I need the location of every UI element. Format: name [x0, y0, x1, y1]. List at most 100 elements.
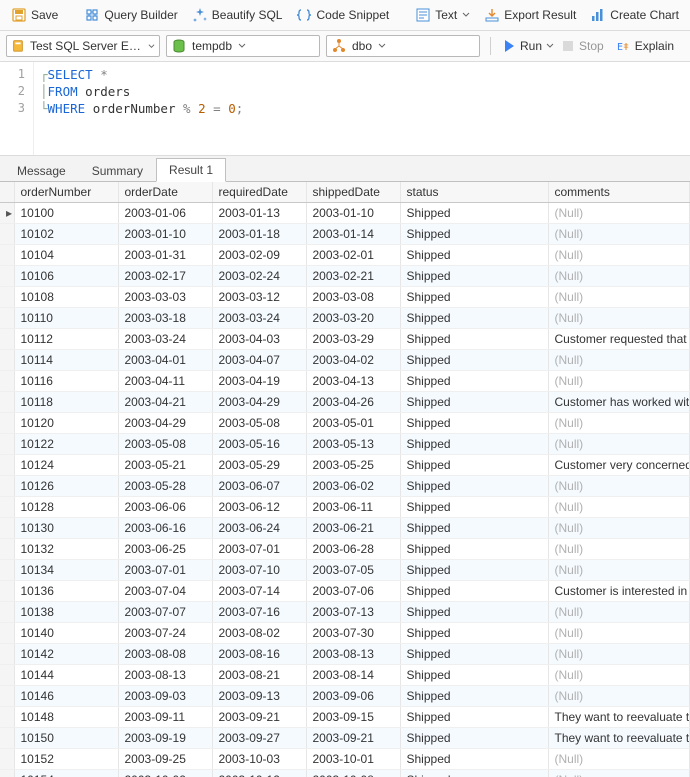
cell-shippeddate[interactable]: 2003-05-01	[306, 413, 400, 434]
cell-comments[interactable]: (Null)	[548, 203, 690, 224]
table-row[interactable]: 101482003-09-112003-09-212003-09-15Shipp…	[0, 707, 690, 728]
schema-combo[interactable]: dbo	[326, 35, 480, 57]
cell-status[interactable]: Shipped	[400, 686, 548, 707]
cell-ordernumber[interactable]: 10122	[14, 434, 118, 455]
cell-orderdate[interactable]: 2003-03-18	[118, 308, 212, 329]
sql-editor[interactable]: 1 2 3 ┌SELECT * │FROM orders └WHERE orde…	[0, 62, 690, 156]
cell-requireddate[interactable]: 2003-06-12	[212, 497, 306, 518]
cell-status[interactable]: Shipped	[400, 728, 548, 749]
cell-orderdate[interactable]: 2003-05-28	[118, 476, 212, 497]
cell-status[interactable]: Shipped	[400, 245, 548, 266]
cell-shippeddate[interactable]: 2003-08-13	[306, 644, 400, 665]
cell-orderdate[interactable]: 2003-03-24	[118, 329, 212, 350]
server-combo[interactable]: Test SQL Server Expres	[6, 35, 160, 57]
cell-status[interactable]: Shipped	[400, 287, 548, 308]
cell-orderdate[interactable]: 2003-06-25	[118, 539, 212, 560]
cell-shippeddate[interactable]: 2003-05-25	[306, 455, 400, 476]
cell-orderdate[interactable]: 2003-01-10	[118, 224, 212, 245]
cell-shippeddate[interactable]: 2003-07-05	[306, 560, 400, 581]
table-row[interactable]: 101542003-10-022003-10-122003-10-08Shipp…	[0, 770, 690, 777]
table-row[interactable]: 101362003-07-042003-07-142003-07-06Shipp…	[0, 581, 690, 602]
save-button[interactable]: Save	[6, 4, 63, 26]
cell-orderdate[interactable]: 2003-08-13	[118, 665, 212, 686]
table-row[interactable]: 101282003-06-062003-06-122003-06-11Shipp…	[0, 497, 690, 518]
table-row[interactable]: 101182003-04-212003-04-292003-04-26Shipp…	[0, 392, 690, 413]
cell-requireddate[interactable]: 2003-10-03	[212, 749, 306, 770]
cell-requireddate[interactable]: 2003-05-16	[212, 434, 306, 455]
cell-shippeddate[interactable]: 2003-07-30	[306, 623, 400, 644]
cell-shippeddate[interactable]: 2003-02-21	[306, 266, 400, 287]
cell-ordernumber[interactable]: 10100	[14, 203, 118, 224]
cell-requireddate[interactable]: 2003-09-13	[212, 686, 306, 707]
cell-orderdate[interactable]: 2003-03-03	[118, 287, 212, 308]
cell-orderdate[interactable]: 2003-02-17	[118, 266, 212, 287]
cell-status[interactable]: Shipped	[400, 476, 548, 497]
cell-requireddate[interactable]: 2003-06-24	[212, 518, 306, 539]
table-row[interactable]: 101222003-05-082003-05-162003-05-13Shipp…	[0, 434, 690, 455]
cell-shippeddate[interactable]: 2003-09-15	[306, 707, 400, 728]
cell-status[interactable]: Shipped	[400, 392, 548, 413]
cell-ordernumber[interactable]: 10150	[14, 728, 118, 749]
cell-comments[interactable]: (Null)	[548, 350, 690, 371]
cell-shippeddate[interactable]: 2003-03-08	[306, 287, 400, 308]
cell-comments[interactable]: They want to reevaluate th	[548, 707, 690, 728]
create-chart-button[interactable]: Create Chart	[585, 4, 684, 26]
cell-status[interactable]: Shipped	[400, 455, 548, 476]
cell-shippeddate[interactable]: 2003-01-14	[306, 224, 400, 245]
cell-comments[interactable]: (Null)	[548, 413, 690, 434]
cell-shippeddate[interactable]: 2003-06-21	[306, 518, 400, 539]
cell-ordernumber[interactable]: 10144	[14, 665, 118, 686]
cell-ordernumber[interactable]: 10140	[14, 623, 118, 644]
cell-ordernumber[interactable]: 10154	[14, 770, 118, 777]
cell-requireddate[interactable]: 2003-04-19	[212, 371, 306, 392]
explain-button[interactable]: Eǂ Explain	[610, 35, 679, 57]
cell-comments[interactable]: (Null)	[548, 686, 690, 707]
cell-shippeddate[interactable]: 2003-04-02	[306, 350, 400, 371]
cell-comments[interactable]: (Null)	[548, 266, 690, 287]
cell-status[interactable]: Shipped	[400, 224, 548, 245]
cell-ordernumber[interactable]: 10142	[14, 644, 118, 665]
cell-orderdate[interactable]: 2003-06-16	[118, 518, 212, 539]
cell-ordernumber[interactable]: 10114	[14, 350, 118, 371]
cell-comments[interactable]: (Null)	[548, 434, 690, 455]
col-status[interactable]: status	[400, 182, 548, 203]
cell-orderdate[interactable]: 2003-04-11	[118, 371, 212, 392]
cell-shippeddate[interactable]: 2003-04-13	[306, 371, 400, 392]
cell-requireddate[interactable]: 2003-01-13	[212, 203, 306, 224]
database-combo[interactable]: tempdb	[166, 35, 320, 57]
cell-requireddate[interactable]: 2003-04-29	[212, 392, 306, 413]
col-requireddate[interactable]: requiredDate	[212, 182, 306, 203]
cell-comments[interactable]: (Null)	[548, 770, 690, 777]
cell-status[interactable]: Shipped	[400, 623, 548, 644]
tab-summary[interactable]: Summary	[79, 159, 156, 182]
table-row[interactable]: 101122003-03-242003-04-032003-03-29Shipp…	[0, 329, 690, 350]
cell-comments[interactable]: (Null)	[548, 644, 690, 665]
cell-status[interactable]: Shipped	[400, 749, 548, 770]
cell-requireddate[interactable]: 2003-02-09	[212, 245, 306, 266]
cell-ordernumber[interactable]: 10106	[14, 266, 118, 287]
table-row[interactable]: 101382003-07-072003-07-162003-07-13Shipp…	[0, 602, 690, 623]
cell-shippeddate[interactable]: 2003-09-06	[306, 686, 400, 707]
export-result-button[interactable]: Export Result	[479, 4, 581, 26]
cell-requireddate[interactable]: 2003-09-27	[212, 728, 306, 749]
cell-shippeddate[interactable]: 2003-09-21	[306, 728, 400, 749]
cell-requireddate[interactable]: 2003-07-10	[212, 560, 306, 581]
cell-shippeddate[interactable]: 2003-04-26	[306, 392, 400, 413]
cell-shippeddate[interactable]: 2003-07-06	[306, 581, 400, 602]
cell-comments[interactable]: (Null)	[548, 518, 690, 539]
cell-ordernumber[interactable]: 10118	[14, 392, 118, 413]
cell-comments[interactable]: (Null)	[548, 602, 690, 623]
cell-shippeddate[interactable]: 2003-05-13	[306, 434, 400, 455]
cell-comments[interactable]: (Null)	[548, 539, 690, 560]
cell-ordernumber[interactable]: 10116	[14, 371, 118, 392]
table-row[interactable]: 101462003-09-032003-09-132003-09-06Shipp…	[0, 686, 690, 707]
cell-ordernumber[interactable]: 10132	[14, 539, 118, 560]
cell-requireddate[interactable]: 2003-08-16	[212, 644, 306, 665]
cell-shippeddate[interactable]: 2003-10-08	[306, 770, 400, 777]
cell-shippeddate[interactable]: 2003-03-29	[306, 329, 400, 350]
tab-result1[interactable]: Result 1	[156, 158, 226, 182]
table-row[interactable]: 101202003-04-292003-05-082003-05-01Shipp…	[0, 413, 690, 434]
cell-requireddate[interactable]: 2003-07-16	[212, 602, 306, 623]
cell-status[interactable]: Shipped	[400, 497, 548, 518]
cell-status[interactable]: Shipped	[400, 770, 548, 777]
